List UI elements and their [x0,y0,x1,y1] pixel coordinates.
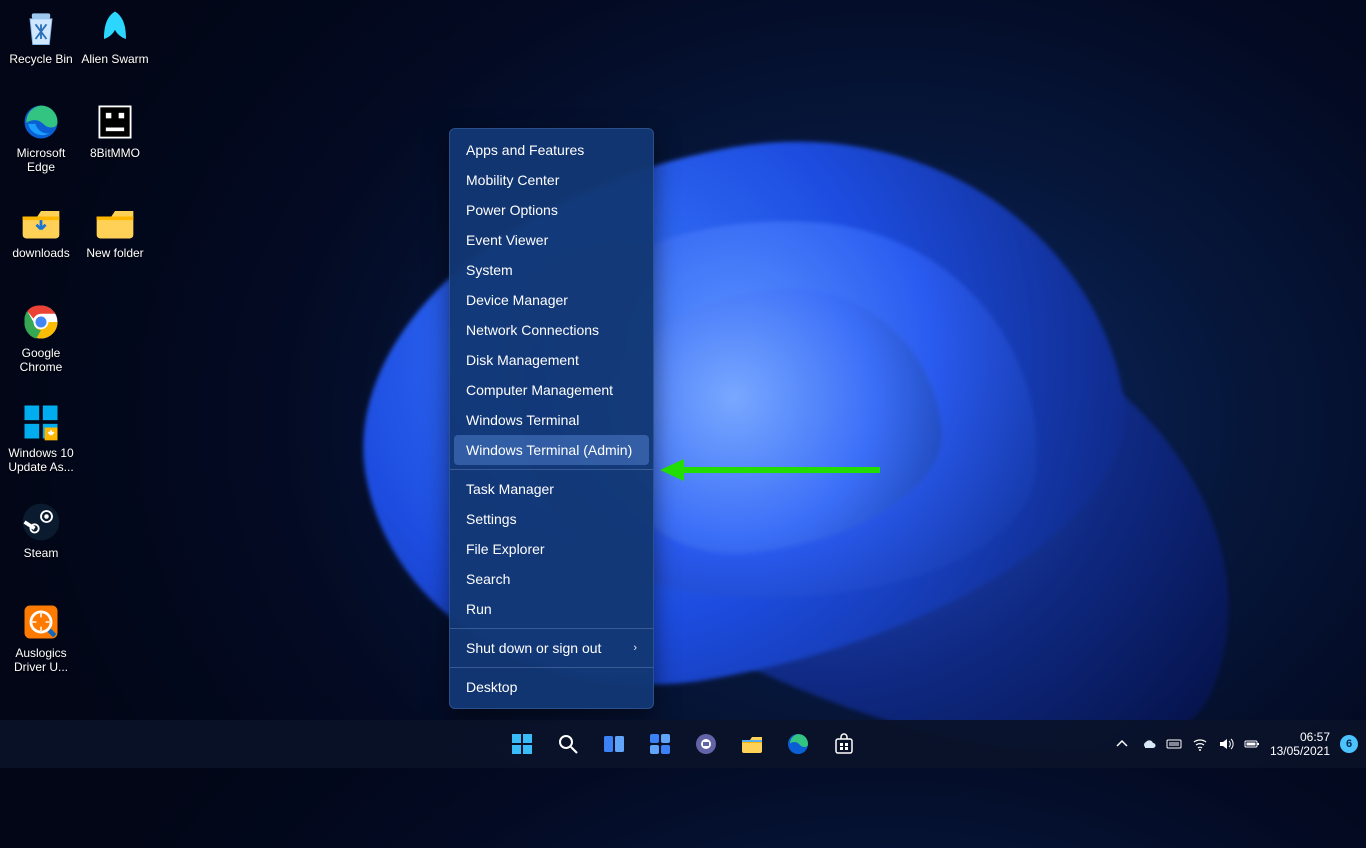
taskbar-clock[interactable]: 06:57 13/05/2021 [1270,730,1330,758]
desktop-icon-label: Steam [4,546,78,560]
menu-item-label: Task Manager [466,481,554,497]
menu-item-label: Run [466,601,492,617]
clock-date: 13/05/2021 [1270,744,1330,758]
keyboard-icon[interactable] [1166,736,1182,752]
wifi-icon[interactable] [1192,736,1208,752]
menu-item-shut-down-or-sign-out[interactable]: Shut down or sign out › [450,633,653,663]
desktop-icon-steam[interactable]: Steam [4,500,78,560]
desktop-icon-label: Microsoft Edge [4,146,78,174]
menu-separator [450,469,653,470]
desktop-icon-recycle-bin[interactable]: Recycle Bin [4,6,78,66]
menu-item-run[interactable]: Run [450,594,653,624]
menu-item-mobility-center[interactable]: Mobility Center [450,165,653,195]
menu-item-label: Computer Management [466,382,613,398]
menu-separator [450,667,653,668]
menu-item-windows-terminal[interactable]: Windows Terminal [450,405,653,435]
file-explorer-icon[interactable] [732,724,772,764]
win10-update-icon [19,400,63,444]
8bitmmo-icon [93,100,137,144]
desktop-icon-label: Google Chrome [4,346,78,374]
menu-item-label: Apps and Features [466,142,584,158]
onedrive-icon[interactable] [1140,736,1156,752]
menu-item-desktop[interactable]: Desktop [450,672,653,702]
menu-item-label: Disk Management [466,352,579,368]
steam-icon [19,500,63,544]
desktop-icon-label: downloads [4,246,78,260]
menu-item-label: Windows Terminal [466,412,579,428]
menu-item-label: Device Manager [466,292,568,308]
recycle-bin-icon [19,6,63,50]
winx-context-menu: Apps and Features Mobility Center Power Op… [449,128,654,709]
menu-item-label: Mobility Center [466,172,559,188]
desktop-icon-label: 8BitMMO [78,146,152,160]
menu-item-label: Desktop [466,679,517,695]
search-icon[interactable] [548,724,588,764]
widgets-icon[interactable] [640,724,680,764]
chevron-right-icon: › [633,642,637,654]
desktop-icon-auslogics[interactable]: Auslogics Driver U... [4,600,78,674]
menu-item-event-viewer[interactable]: Event Viewer [450,225,653,255]
menu-item-power-options[interactable]: Power Options [450,195,653,225]
downloads-icon [19,200,63,244]
task-view-icon[interactable] [594,724,634,764]
alien-swarm-icon [93,6,137,50]
desktop-icon-microsoft-edge[interactable]: Microsoft Edge [4,100,78,174]
desktop-icon-label: Alien Swarm [78,52,152,66]
chevron-up-icon[interactable] [1114,736,1130,752]
menu-item-label: Shut down or sign out [466,640,601,656]
menu-item-device-manager[interactable]: Device Manager [450,285,653,315]
menu-item-task-manager[interactable]: Task Manager [450,474,653,504]
desktop-icon-label: Windows 10 Update As... [4,446,78,474]
taskbar: 06:57 13/05/2021 6 [0,720,1366,768]
auslogics-icon [19,600,63,644]
desktop-icon-new-folder[interactable]: New folder [78,200,152,260]
menu-item-settings[interactable]: Settings [450,504,653,534]
battery-icon[interactable] [1244,736,1260,752]
menu-item-windows-terminal-admin[interactable]: Windows Terminal (Admin) [454,435,649,465]
desktop-area[interactable]: Recycle Bin Alien Swarm Microsoft Edge 8… [0,0,1366,768]
menu-separator [450,628,653,629]
desktop-icon-downloads[interactable]: downloads [4,200,78,260]
menu-item-system[interactable]: System [450,255,653,285]
desktop-icon-label: New folder [78,246,152,260]
desktop-icon-label: Recycle Bin [4,52,78,66]
menu-item-label: Power Options [466,202,558,218]
desktop-icon-google-chrome[interactable]: Google Chrome [4,300,78,374]
menu-item-label: Network Connections [466,322,599,338]
store-icon[interactable] [824,724,864,764]
desktop-icon-alien-swarm[interactable]: Alien Swarm [78,6,152,66]
menu-item-label: Settings [466,511,517,527]
chat-icon[interactable] [686,724,726,764]
google-chrome-icon [19,300,63,344]
menu-item-computer-management[interactable]: Computer Management [450,375,653,405]
menu-item-label: Search [466,571,510,587]
desktop-icon-8bitmmo[interactable]: 8BitMMO [78,100,152,160]
clock-time: 06:57 [1270,730,1330,744]
menu-item-disk-management[interactable]: Disk Management [450,345,653,375]
desktop-icon-win10-update[interactable]: Windows 10 Update As... [4,400,78,474]
start-button[interactable] [502,724,542,764]
volume-icon[interactable] [1218,736,1234,752]
menu-item-file-explorer[interactable]: File Explorer [450,534,653,564]
menu-item-label: Event Viewer [466,232,548,248]
menu-item-label: Windows Terminal (Admin) [466,442,632,458]
menu-item-network-connections[interactable]: Network Connections [450,315,653,345]
edge-icon[interactable] [778,724,818,764]
microsoft-edge-icon [19,100,63,144]
new-folder-icon [93,200,137,244]
menu-item-apps-and-features[interactable]: Apps and Features [450,135,653,165]
desktop-icon-label: Auslogics Driver U... [4,646,78,674]
menu-item-label: System [466,262,513,278]
notification-badge[interactable]: 6 [1340,735,1358,753]
menu-item-label: File Explorer [466,541,545,557]
menu-item-search[interactable]: Search [450,564,653,594]
